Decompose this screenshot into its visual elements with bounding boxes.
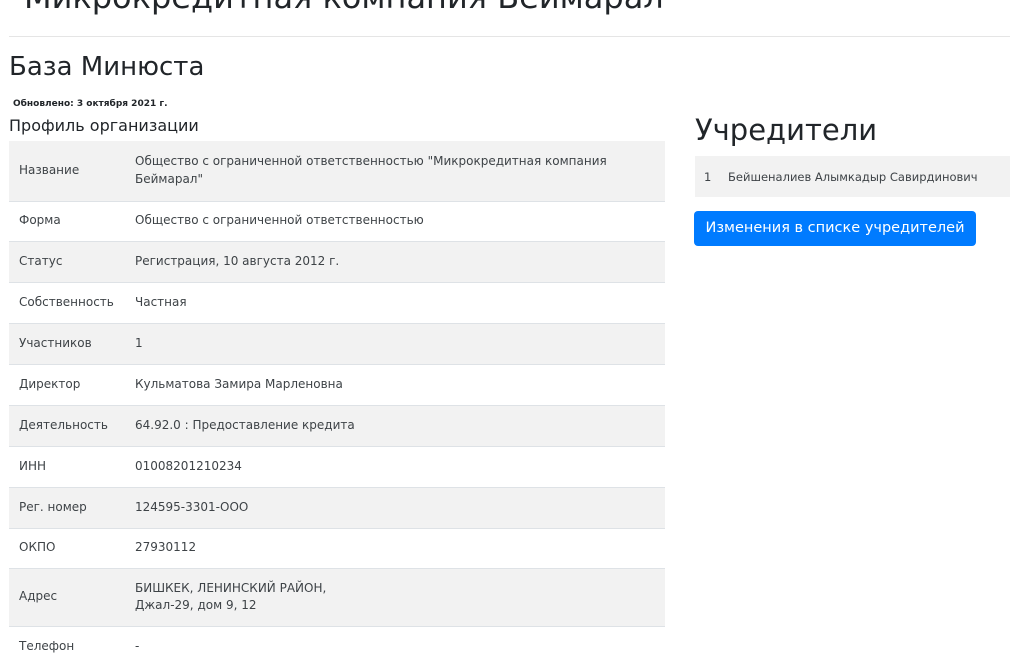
- page: Микрокредитная компания Беймарал База Ми…: [0, 0, 1024, 657]
- profile-row-director: Директор Кульматова Замира Марленовна: [9, 363, 665, 405]
- profile-value: -: [125, 625, 665, 657]
- profile-row-inn: ИНН 01008201210234: [9, 445, 665, 487]
- profile-value: Частная: [125, 281, 665, 323]
- address-line-1: БИШКЕК, ЛЕНИНСКИЙ РАЙОН,: [135, 580, 327, 595]
- profile-label: Участников: [9, 322, 125, 364]
- founders-table: 1 Бейшеналиев Алымкадыр Савирдинович: [695, 156, 1010, 197]
- updated-date: Обновлено: 3 октября 2021 г.: [13, 99, 168, 109]
- profile-label: Рег. номер: [9, 486, 125, 528]
- profile-label: Собственность: [9, 281, 125, 323]
- profile-row-name: Название Общество с ограниченной ответст…: [9, 141, 665, 201]
- profile-table: Название Общество с ограниченной ответст…: [9, 141, 665, 657]
- profile-label: Телефон: [9, 625, 125, 657]
- profile-value: Общество с ограниченной ответственностью: [125, 200, 665, 241]
- profile-label: Название: [9, 141, 125, 201]
- profile-row-ownership: Собственность Частная: [9, 281, 665, 323]
- profile-title: Профиль организации: [9, 116, 199, 135]
- founder-number: 1: [695, 156, 720, 197]
- profile-row-reg-number: Рег. номер 124595-3301-ООО: [9, 486, 665, 528]
- profile-row-okpo: ОКПО 27930112: [9, 527, 665, 568]
- profile-row-status: Статус Регистрация, 10 августа 2012 г.: [9, 240, 665, 282]
- profile-value: 64.92.0 : Предоставление кредита: [125, 404, 665, 446]
- profile-value: Кульматова Замира Марленовна: [125, 363, 665, 405]
- profile-label: Адрес: [9, 567, 125, 626]
- profile-row-phone: Телефон -: [9, 625, 665, 657]
- profile-value: БИШКЕК, ЛЕНИНСКИЙ РАЙОН, Джал-29, дом 9, …: [125, 567, 665, 626]
- section-title: База Минюста: [9, 52, 205, 82]
- profile-row-address: Адрес БИШКЕК, ЛЕНИНСКИЙ РАЙОН, Джал-29, д…: [9, 567, 665, 626]
- profile-row-participants: Участников 1: [9, 322, 665, 364]
- header-divider: [9, 36, 1010, 37]
- profile-value: 27930112: [125, 527, 665, 568]
- profile-value: 124595-3301-ООО: [125, 486, 665, 528]
- profile-value: Регистрация, 10 августа 2012 г.: [125, 240, 665, 282]
- profile-label: Форма: [9, 200, 125, 241]
- profile-label: ОКПО: [9, 527, 125, 568]
- profile-value: Общество с ограниченной ответственностью…: [125, 141, 665, 201]
- profile-value: 01008201210234: [125, 445, 665, 487]
- profile-label: Статус: [9, 240, 125, 282]
- founder-name: Бейшеналиев Алымкадыр Савирдинович: [720, 156, 1010, 197]
- founder-row: 1 Бейшеналиев Алымкадыр Савирдинович: [695, 156, 1010, 197]
- profile-row-form: Форма Общество с ограниченной ответствен…: [9, 200, 665, 241]
- founders-title: Учредители: [695, 113, 878, 147]
- founders-changes-button[interactable]: Изменения в списке учредителей: [694, 211, 976, 246]
- profile-label: Деятельность: [9, 404, 125, 446]
- profile-label: ИНН: [9, 445, 125, 487]
- profile-label: Директор: [9, 363, 125, 405]
- address-line-2: Джал-29, дом 9, 12: [135, 598, 257, 612]
- company-title: Микрокредитная компания Беймарал: [24, 0, 664, 16]
- profile-value: 1: [125, 322, 665, 364]
- profile-row-activity: Деятельность 64.92.0 : Предоставление кр…: [9, 404, 665, 446]
